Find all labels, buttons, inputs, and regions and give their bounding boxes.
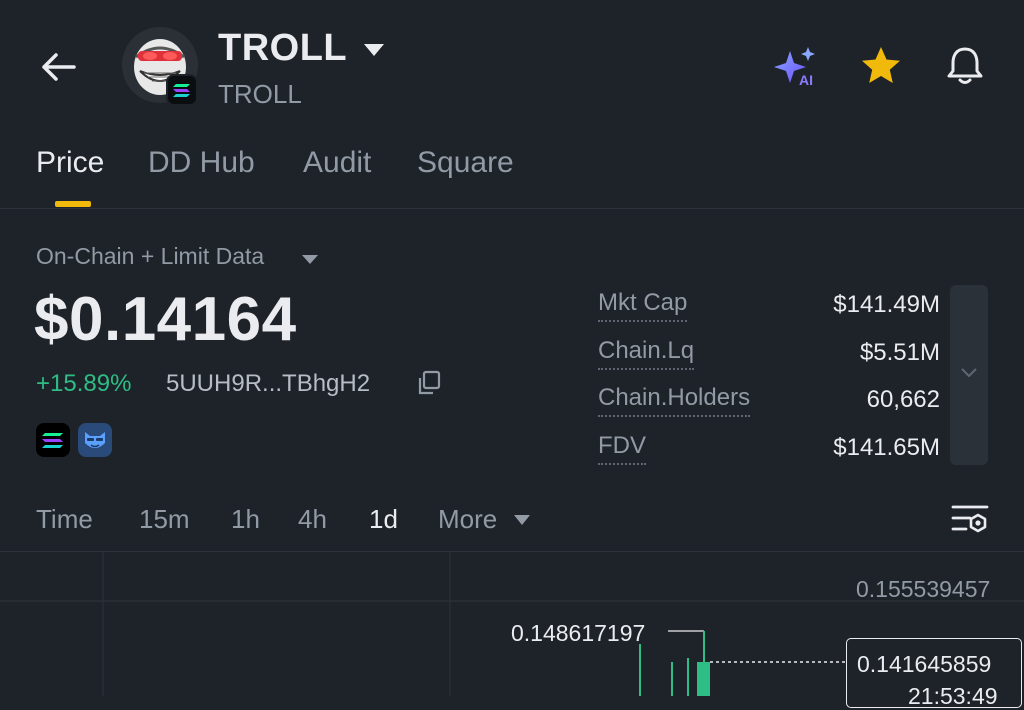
svg-text:AI: AI [799, 72, 813, 88]
stat-fdv-label[interactable]: FDV [598, 432, 646, 465]
chevron-down-icon [961, 368, 977, 378]
stat-mkt-cap-value: $141.49M [833, 291, 940, 318]
current-price-tag-value: 0.141645859 [857, 651, 992, 677]
timeframe-time[interactable]: Time [36, 504, 93, 535]
caret-down-icon[interactable] [362, 42, 386, 58]
stat-chain-holders-value: 60,662 [866, 386, 940, 413]
current-price-tag-time: 21:53:49 [908, 683, 998, 709]
timeframe-1d[interactable]: 1d [369, 504, 398, 535]
solana-icon[interactable] [36, 423, 70, 457]
back-arrow-icon[interactable] [38, 46, 80, 88]
timeframe-1h[interactable]: 1h [231, 504, 260, 535]
tabs-divider [0, 208, 1024, 209]
ai-sparkle-icon[interactable]: AI [772, 45, 822, 89]
copy-icon[interactable] [416, 370, 442, 396]
caret-down-icon[interactable] [301, 252, 319, 264]
mask-icon[interactable] [78, 423, 112, 457]
star-icon[interactable] [858, 43, 904, 89]
token-title[interactable]: TROLL [218, 27, 347, 70]
contract-address[interactable]: 5UUH9R...TBhgH2 [166, 370, 370, 398]
stat-chain-lq-value: $5.51M [859, 339, 940, 366]
caret-down-icon[interactable] [513, 513, 531, 525]
data-source-selector[interactable]: On-Chain + Limit Data [36, 243, 264, 270]
tab-audit[interactable]: Audit [303, 146, 371, 180]
stat-mkt-cap-label[interactable]: Mkt Cap [598, 289, 688, 322]
stat-chain-holders-label[interactable]: Chain.Holders [598, 384, 751, 417]
price-axis-label: 0.155539457 [856, 576, 991, 602]
high-price-label: 0.148617197 [511, 620, 646, 646]
active-tab-indicator [55, 201, 91, 207]
tab-square[interactable]: Square [417, 146, 514, 180]
tab-price[interactable]: Price [36, 146, 104, 180]
current-price: $0.14164 [34, 285, 297, 354]
stat-fdv-value: $141.65M [833, 434, 940, 461]
tab-dd-hub[interactable]: DD Hub [148, 146, 255, 180]
price-change-percent: +15.89% [36, 370, 132, 397]
chart-settings-icon[interactable] [950, 502, 990, 538]
solana-chain-icon [166, 74, 198, 106]
expand-stats-button[interactable] [950, 285, 988, 465]
candle-body [697, 662, 710, 696]
timeframe-more[interactable]: More [438, 504, 497, 535]
bell-icon[interactable] [942, 43, 988, 89]
timeframe-4h[interactable]: 4h [298, 504, 327, 535]
stat-chain-lq-label[interactable]: Chain.Lq [598, 337, 695, 370]
token-subtitle: TROLL [218, 79, 302, 109]
timeframe-15m[interactable]: 15m [139, 504, 190, 535]
